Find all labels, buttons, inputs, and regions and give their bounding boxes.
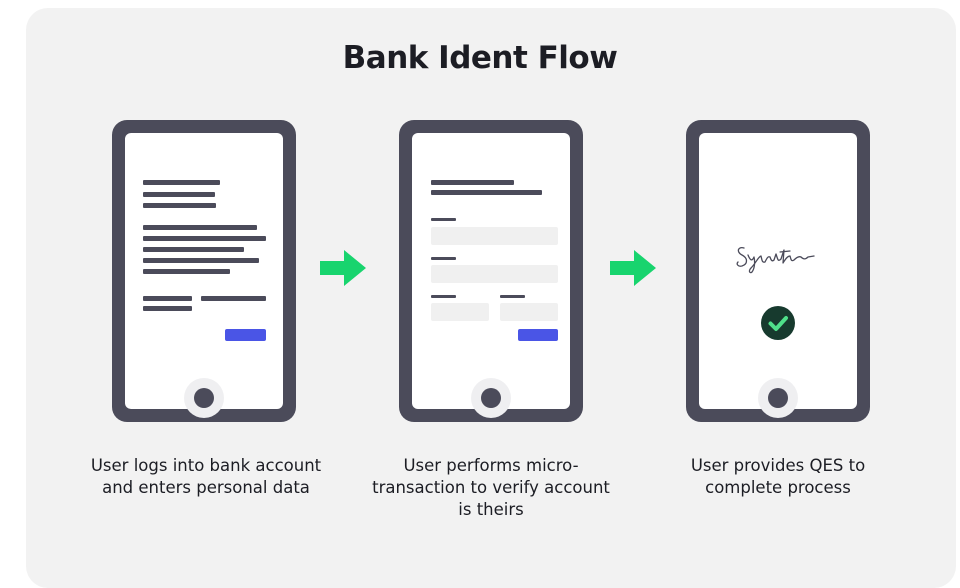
phone-step-2 <box>399 120 583 422</box>
arrow-right-icon <box>610 250 656 286</box>
text-line <box>143 236 266 241</box>
check-circle-icon <box>761 306 795 340</box>
arrow-right-icon <box>320 250 366 286</box>
field-label <box>500 295 525 298</box>
step-3-caption: User provides QES to complete process <box>690 456 866 497</box>
submit-button <box>518 329 558 341</box>
text-line <box>143 192 215 197</box>
form-field <box>431 265 558 283</box>
text-line <box>143 247 244 252</box>
diagram-title: Bank Ident Flow <box>342 40 618 76</box>
step-2-caption: User performs micro-transaction to verif… <box>372 456 610 519</box>
text-line <box>431 190 542 195</box>
phone-step-1 <box>112 120 296 422</box>
field-label <box>431 218 456 221</box>
form-field <box>431 303 489 321</box>
text-line <box>143 203 216 208</box>
submit-button <box>225 329 266 341</box>
field-label <box>431 257 456 260</box>
phone-screen <box>699 133 857 418</box>
phone-screen <box>125 133 283 418</box>
home-button-icon <box>471 378 511 418</box>
form-field <box>431 227 558 245</box>
text-line <box>143 306 192 311</box>
text-line <box>143 180 220 185</box>
signature-icon <box>736 246 815 274</box>
text-line <box>143 258 259 263</box>
text-line <box>431 180 514 185</box>
phone-step-3 <box>686 120 870 422</box>
step-1-caption: User logs into bank account and enters p… <box>90 456 322 497</box>
home-button-icon <box>184 378 224 418</box>
home-button-icon <box>758 378 798 418</box>
field-label <box>431 295 456 298</box>
phone-screen <box>412 133 570 418</box>
text-line <box>143 225 257 230</box>
text-line <box>143 269 230 274</box>
text-line <box>143 296 192 301</box>
form-field <box>500 303 558 321</box>
text-line <box>201 296 266 301</box>
